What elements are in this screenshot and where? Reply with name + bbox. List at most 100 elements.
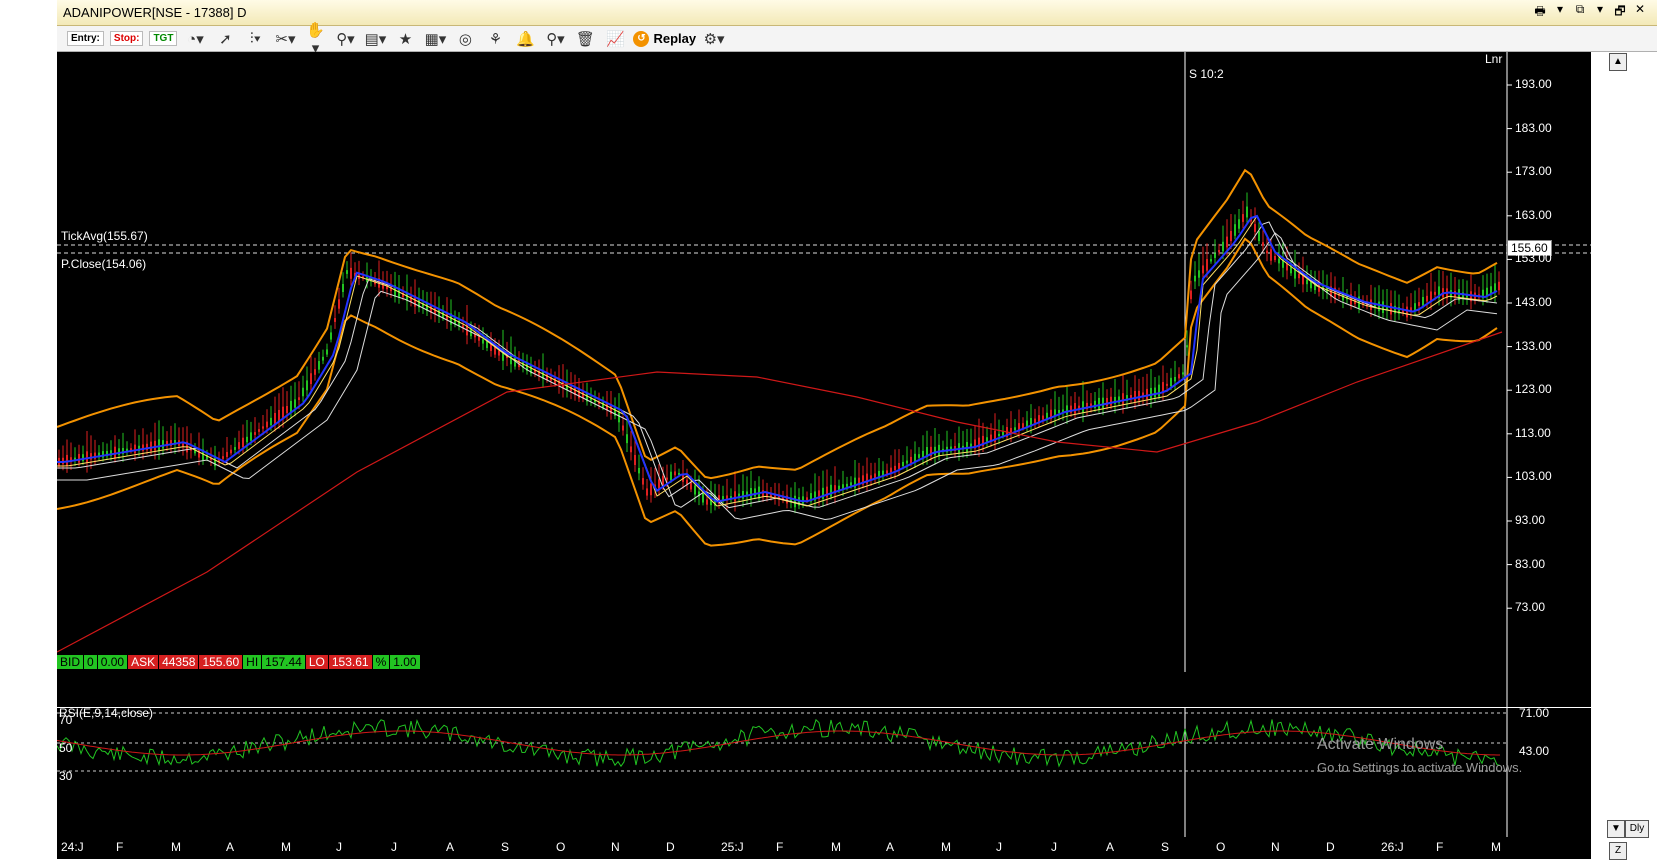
interval-daily-button[interactable]: Dly xyxy=(1625,820,1649,838)
price-axis-label: 153.00 xyxy=(1515,251,1552,266)
candle-body xyxy=(750,488,752,499)
candle-body xyxy=(1154,387,1156,398)
chevron-down-icon[interactable]: ▾ xyxy=(1593,2,1607,23)
right-strip: ▲ Z xyxy=(1591,52,1657,860)
layout-icon[interactable]: ▦▾ xyxy=(423,30,447,48)
candle-body xyxy=(1198,270,1200,278)
candle-body xyxy=(890,467,892,473)
chevron-down-icon[interactable]: ▾ xyxy=(1553,2,1567,23)
candle-body xyxy=(410,296,412,302)
chart-type-icon[interactable]: ◔▾ xyxy=(183,30,207,48)
candle-body xyxy=(642,478,644,485)
candle-body xyxy=(658,479,660,489)
window-title: ADANIPOWER[NSE - 17388] D xyxy=(63,5,247,20)
toolbar: Entry: Stop: TGT ◔▾ ➚ ⫶▾ ✂▾ ✋▾ ⚲▾ ▤▾ ★ ▦… xyxy=(57,22,1657,57)
time-axis-label: J xyxy=(336,840,342,854)
quote-bar: BID 0 0.00 ASK 44358 155.60 HI 157.44 LO… xyxy=(57,655,421,669)
star-icon[interactable]: ★ xyxy=(393,30,417,48)
candle-body xyxy=(906,460,908,464)
candle-body xyxy=(626,434,628,444)
candle-body xyxy=(1178,374,1180,379)
candle-body xyxy=(1414,303,1416,311)
tgt-button[interactable]: TGT xyxy=(149,31,178,46)
candle-body xyxy=(1150,387,1152,399)
time-axis-label: N xyxy=(1271,840,1280,854)
scroll-up-icon[interactable]: ▲ xyxy=(1609,53,1627,71)
zoom-z-button[interactable]: Z xyxy=(1609,842,1627,860)
bar-icon[interactable]: ⫶▾ xyxy=(243,30,267,47)
drawing-icon[interactable]: ✂▾ xyxy=(273,30,297,48)
zoom-icon[interactable]: ⚲▾ xyxy=(543,30,567,48)
candle-body xyxy=(1238,219,1240,229)
envelope-lower xyxy=(57,232,1498,521)
candle-body xyxy=(434,308,436,314)
pct-label: % xyxy=(372,655,391,669)
price-axis-label: 93.00 xyxy=(1515,513,1546,527)
candle-body xyxy=(1426,295,1428,302)
rsi-level-50: 50 xyxy=(59,741,73,755)
candle-body xyxy=(246,436,248,443)
book-icon[interactable]: ▤▾ xyxy=(363,30,387,48)
candle-body xyxy=(158,439,160,451)
candle-body xyxy=(254,432,256,435)
replay-label: Replay xyxy=(653,31,697,46)
scanner-icon[interactable]: ⚘ xyxy=(483,30,507,48)
candle-body xyxy=(1122,393,1124,405)
candle-body xyxy=(314,369,316,375)
time-axis-label: 25:J xyxy=(721,840,744,854)
candle-body xyxy=(886,470,888,474)
analysis-icon[interactable]: ◎ xyxy=(453,30,477,48)
candle-body xyxy=(242,437,244,448)
price-axis-label: 113.00 xyxy=(1515,425,1551,440)
candle-body xyxy=(638,467,640,474)
candle-body xyxy=(262,426,264,429)
close-icon[interactable]: ✕ xyxy=(1633,2,1647,23)
price-axis-label: 143.00 xyxy=(1515,295,1552,309)
print-icon[interactable]: 🖶 xyxy=(1533,2,1547,23)
candle-body xyxy=(1390,303,1392,315)
candle-body xyxy=(478,336,480,341)
candle-body xyxy=(666,477,668,480)
candle-body xyxy=(1230,230,1232,242)
price-chart[interactable]: TickAvg(155.67) P.Close(154.06) S 10:2 L… xyxy=(57,52,1591,707)
bid-label: BID xyxy=(57,655,85,669)
tick-avg-label: TickAvg(155.67) xyxy=(61,229,148,243)
candle-body xyxy=(234,447,236,450)
trash-icon[interactable]: 🗑 xyxy=(573,30,597,48)
chevron-down-icon[interactable]: ▼ xyxy=(1607,820,1625,838)
candle-body xyxy=(1058,410,1060,414)
candle-body xyxy=(1418,302,1420,306)
time-axis-label: F xyxy=(776,840,784,854)
candle-body xyxy=(1218,250,1220,253)
candle-body xyxy=(1066,405,1068,415)
candle-body xyxy=(342,284,344,292)
restore-icon[interactable]: ⧉ xyxy=(1573,2,1587,23)
trend-icon[interactable]: 📈 xyxy=(603,30,627,48)
candle-body xyxy=(846,483,848,487)
candle-body xyxy=(894,465,896,471)
time-axis-label: F xyxy=(116,840,124,854)
stop-button[interactable]: Stop: xyxy=(109,31,144,46)
settings-icon[interactable]: ⚙▾ xyxy=(702,30,726,48)
time-axis-label: N xyxy=(611,840,620,854)
cursor-icon[interactable]: ➚ xyxy=(213,30,237,48)
candle-body xyxy=(330,332,332,340)
replay-button[interactable]: ↺ Replay xyxy=(633,30,697,47)
time-axis-label: S xyxy=(501,840,510,854)
scale-mode-label[interactable]: Lnr xyxy=(1485,52,1502,66)
time-axis-label: M xyxy=(941,840,951,854)
link-icon[interactable]: ⚲▾ xyxy=(333,30,357,48)
price-axis-label: 183.00 xyxy=(1515,120,1552,135)
lo-value: 153.61 xyxy=(328,655,373,669)
bollinger-lower xyxy=(57,237,1498,547)
entry-button[interactable]: Entry: xyxy=(67,31,104,46)
maximize-icon[interactable]: 🗗 xyxy=(1613,2,1627,23)
time-axis-label: D xyxy=(666,840,675,854)
candle-body xyxy=(334,318,336,322)
rsi-panel[interactable]: RSI(E,9,14,close) 70 50 30 71.00 43.00 A… xyxy=(57,708,1591,837)
price-axis-label: 83.00 xyxy=(1515,556,1546,571)
alert-icon[interactable]: 🔔 xyxy=(513,30,537,48)
candle-body xyxy=(78,453,80,463)
price-chart-canvas xyxy=(57,52,1591,707)
candle-body xyxy=(1194,275,1196,282)
